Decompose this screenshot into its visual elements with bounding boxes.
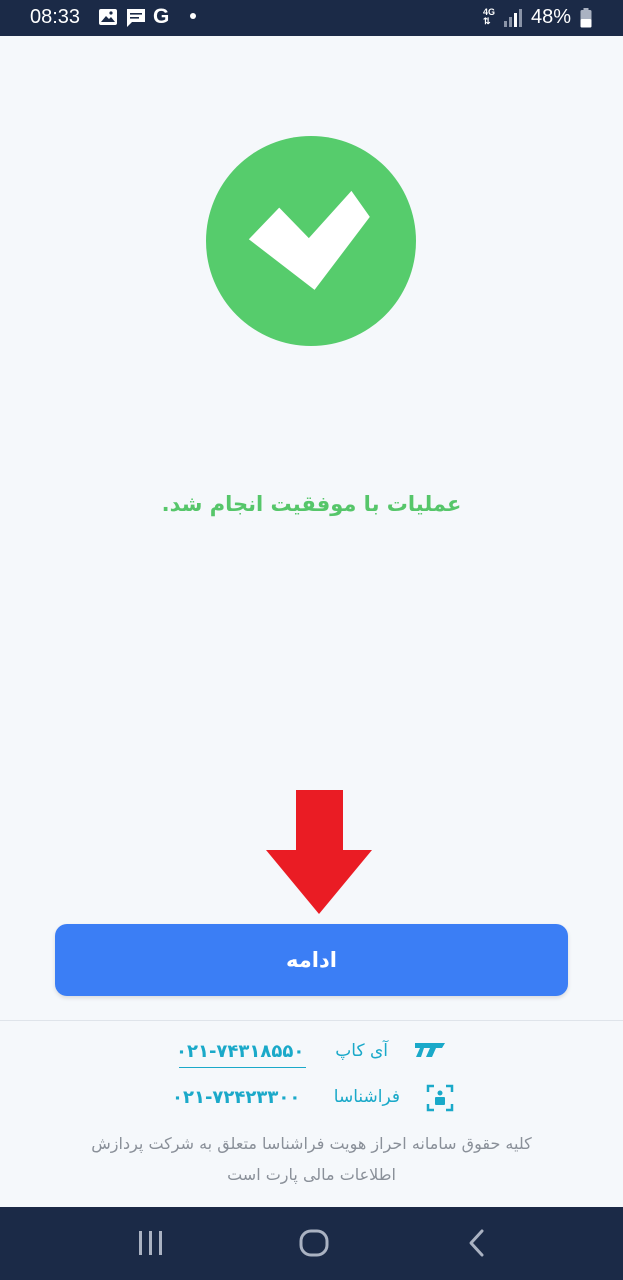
- notification-dot: [190, 13, 196, 19]
- contact-row-farashenasa: فراشناسا ۰۲۱-۷۲۴۲۳۳۰۰: [172, 1082, 454, 1116]
- copyright-line-1: کلیه حقوق سامانه احراز هویت فراشناسا متع…: [91, 1134, 532, 1153]
- continue-button[interactable]: ادامه: [55, 924, 568, 996]
- copyright-text: کلیه حقوق سامانه احراز هویت فراشناسا متع…: [60, 1128, 563, 1190]
- message-icon: [127, 9, 145, 27]
- home-icon[interactable]: [296, 1223, 332, 1263]
- battery-percent: 48%: [531, 6, 572, 28]
- image-icon: [99, 9, 117, 25]
- contact-phone-link[interactable]: ۰۲۱-۷۴۳۱۸۵۵۰: [176, 1041, 304, 1062]
- status-bar: 08:33 G 4G ⇅ 48%: [0, 0, 623, 36]
- copyright-line-2: اطلاعات مالی پارت است: [227, 1165, 396, 1184]
- status-time: 08:33: [30, 6, 81, 28]
- google-icon: G: [153, 5, 170, 28]
- contact-phone-link[interactable]: ۰۲۱-۷۲۴۲۳۳۰۰: [172, 1087, 300, 1108]
- recent-apps-icon[interactable]: [136, 1223, 166, 1263]
- contact-row-icap: آی کاپ ۰۲۱-۷۴۳۱۸۵۵۰: [176, 1036, 446, 1070]
- down-arrow-icon: [266, 790, 372, 914]
- back-icon[interactable]: [462, 1223, 492, 1263]
- continue-button-label: ادامه: [286, 948, 337, 972]
- check-circle-icon: [206, 136, 416, 346]
- network-type: 4G ⇅: [483, 8, 495, 26]
- signal-icon: [504, 9, 522, 27]
- success-message: عملیات با موفقیت انجام شد.: [161, 492, 462, 516]
- farashenasa-logo-icon: [426, 1084, 454, 1112]
- system-nav-bar: [0, 1207, 623, 1280]
- contact-name: آی کاپ: [335, 1041, 388, 1061]
- data-arrows-icon: ⇅: [483, 16, 491, 26]
- icap-logo-icon: [415, 1043, 445, 1057]
- footer-divider: [0, 1020, 623, 1021]
- phone-underline: [179, 1067, 306, 1068]
- battery-icon: [580, 8, 592, 28]
- contact-name: فراشناسا: [333, 1087, 400, 1107]
